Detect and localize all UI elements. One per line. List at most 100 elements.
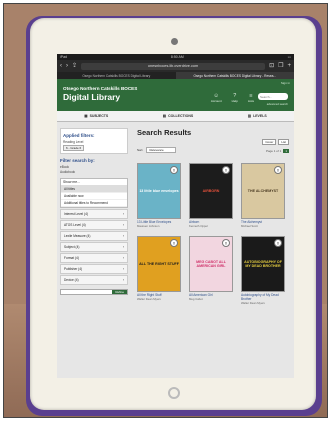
ebook-icon: ▯: [222, 166, 230, 174]
help-link[interactable]: ? Help: [232, 93, 238, 103]
account-link[interactable]: ☺ Account: [211, 93, 222, 103]
book-author[interactable]: Walter Dean Myers: [241, 301, 285, 305]
bars-icon: ▥: [247, 114, 252, 118]
account-label: Account: [210, 99, 222, 103]
share-icon[interactable]: ⇪: [72, 63, 77, 69]
help-label: Help: [231, 99, 238, 103]
filter-format-ebook[interactable]: eBook: [60, 165, 128, 169]
book-cover[interactable]: MEG CABOT ALL AMERICAN GIRL ▯: [189, 236, 233, 292]
advanced-search-link[interactable]: advanced search: [267, 102, 288, 106]
filter-title: Filter search by:: [60, 158, 95, 163]
back-icon[interactable]: ‹: [60, 63, 62, 69]
nav-subjects-label: SUBJECTS: [89, 114, 109, 118]
book-card[interactable]: 13 little blue envelopes ▯ 13 Little Blue …: [137, 163, 181, 228]
lists-link[interactable]: ≡ Lists: [248, 93, 254, 103]
tabs-icon[interactable]: ❐: [278, 63, 283, 69]
book-cover-text: THE ALCHEMYST: [247, 189, 279, 193]
applied-filter-chip[interactable]: 6 - Grade 6: [63, 145, 85, 151]
book-author[interactable]: Meg Cabot: [189, 297, 233, 301]
new-tab-icon[interactable]: +: [287, 63, 291, 69]
book-cover[interactable]: THE ALCHEMYST ▯: [241, 163, 285, 219]
book-author[interactable]: Kenneth Oppel: [189, 224, 233, 228]
lists-label: Lists: [247, 99, 254, 103]
forward-icon[interactable]: ›: [66, 63, 68, 69]
book-cover-text: ALL THE RIGHT STUFF: [139, 262, 179, 266]
facet-label: Lexile Measure (4): [64, 234, 91, 238]
results-panel: Search Results Cover List Sort Relevance…: [137, 128, 289, 305]
option-all-titles[interactable]: All titles: [61, 186, 127, 193]
nav-collections[interactable]: ▤ COLLECTIONS: [163, 114, 193, 118]
book-card[interactable]: AUTOBIOGRAPHY OF MY DEAD BROTHER ▯ Autobio…: [241, 236, 285, 305]
book-cover[interactable]: AIRBORN ▯: [189, 163, 233, 219]
sign-in-link[interactable]: Sign in: [281, 81, 290, 85]
applied-filter-label: Reading Level: [63, 140, 84, 144]
nav-levels[interactable]: ▥ LEVELS: [248, 114, 267, 118]
facet-device[interactable]: Device (4) ›: [60, 275, 128, 285]
book-author[interactable]: Walter Dean Myers: [137, 297, 181, 301]
nav-levels-label: LEVELS: [253, 114, 267, 118]
option-available-now[interactable]: Available now: [61, 193, 127, 200]
chevron-right-icon: ›: [122, 212, 124, 216]
chevron-right-icon: ›: [122, 245, 124, 249]
book-cover-text: AIRBORN: [202, 189, 220, 193]
chevron-right-icon: ›: [122, 278, 124, 282]
refine-search[interactable]: Refine: [60, 289, 128, 295]
main-nav: ▦ SUBJECTS ▤ COLLECTIONS ▥ LEVELS: [57, 111, 294, 122]
results-title: Search Results: [137, 128, 192, 137]
book-cover-text: MEG CABOT ALL AMERICAN GIRL: [196, 260, 226, 268]
site-search-input[interactable]: Search...: [258, 93, 288, 100]
book-author[interactable]: Michael Scott: [241, 224, 285, 228]
chevron-right-icon: ›: [122, 223, 124, 227]
book-cover[interactable]: 13 little blue envelopes ▯: [137, 163, 181, 219]
site-brand[interactable]: Digital Library: [63, 92, 120, 102]
ebook-icon: ▯: [222, 239, 230, 247]
filter-format-audiobook[interactable]: Audiobook: [60, 170, 128, 174]
ebook-icon: ▯: [274, 166, 282, 174]
book-card[interactable]: AIRBORN ▯ Airborn Kenneth Oppel: [189, 163, 233, 228]
facet-subject[interactable]: Subject (4) ›: [60, 242, 128, 252]
camera-icon: [171, 38, 178, 45]
book-card[interactable]: ALL THE RIGHT STUFF ▯ All the Right Stuff W…: [137, 236, 181, 305]
pager: Page 1 of 1 1: [266, 149, 289, 153]
home-button[interactable]: [168, 387, 180, 399]
option-recommend[interactable]: Additional titles to Recommend: [61, 200, 127, 207]
book-author[interactable]: Maureen Johnson: [137, 224, 181, 228]
show-me-dropdown[interactable]: Show me... All titles Available now Addi…: [60, 178, 128, 208]
chevron-right-icon: ›: [122, 256, 124, 260]
sort-select[interactable]: Relevance: [145, 147, 176, 153]
book-cover[interactable]: AUTOBIOGRAPHY OF MY DEAD BROTHER ▯: [241, 236, 285, 292]
book-title[interactable]: Autobiography of My Dead Brother: [241, 293, 285, 301]
facet-label: ATOS Level (4): [64, 223, 86, 227]
book-cover[interactable]: ALL THE RIGHT STUFF ▯: [137, 236, 181, 292]
browser-toolbar: ‹ › ⇪ onesnboces.lib.overdrive.com ⊡ ❐ +: [57, 60, 294, 72]
grid-icon: ▦: [84, 114, 88, 118]
bookmarks-icon[interactable]: ⊡: [269, 63, 274, 69]
refine-button[interactable]: Refine: [112, 290, 127, 294]
book-card[interactable]: MEG CABOT ALL AMERICAN GIRL ▯ All American…: [189, 236, 233, 305]
battery-icon: ▭: [287, 55, 291, 59]
pager-button[interactable]: 1: [283, 149, 289, 153]
facet-format[interactable]: Format (4) ›: [60, 253, 128, 263]
pager-text: Page 1 of 1: [265, 149, 282, 153]
book-cover-text: AUTOBIOGRAPHY OF MY DEAD BROTHER: [244, 260, 282, 268]
facet-interest-level[interactable]: Interest Level (4) ›: [60, 209, 128, 219]
page-content: Applied filters: Reading Level 6 - Grade…: [57, 122, 294, 377]
show-me-label: Show me...: [61, 179, 127, 186]
facet-label: Format (4): [64, 256, 79, 260]
tablet-screen: iPad 8:50 AM ▭ ‹ › ⇪ onesnboces.lib.over…: [57, 54, 294, 378]
browser-tabs: Osego Northern Catskills BOCES Digital L…: [57, 72, 294, 79]
facet-publisher[interactable]: Publisher (4) ›: [60, 264, 128, 274]
sort-label: Sort: [137, 148, 143, 152]
ebook-icon: ▯: [274, 239, 282, 247]
facet-atos-level[interactable]: ATOS Level (4) ›: [60, 220, 128, 230]
book-cover-text: 13 little blue envelopes: [139, 189, 179, 193]
facet-lexile[interactable]: Lexile Measure (4) ›: [60, 231, 128, 241]
status-time: 8:50 AM: [170, 55, 184, 59]
browser-tab-active[interactable]: Osego Northern Catskills BOCES Digital L…: [175, 72, 294, 79]
nav-subjects[interactable]: ▦ SUBJECTS: [84, 114, 108, 118]
view-cover-button[interactable]: Cover: [262, 139, 277, 145]
browser-tab[interactable]: Osego Northern Catskills BOCES Digital L…: [57, 72, 176, 79]
book-card[interactable]: THE ALCHEMYST ▯ The Alchemyst Michael Scott: [241, 163, 285, 228]
url-bar[interactable]: onesnboces.lib.overdrive.com: [81, 62, 266, 70]
view-list-button[interactable]: List: [278, 139, 289, 145]
